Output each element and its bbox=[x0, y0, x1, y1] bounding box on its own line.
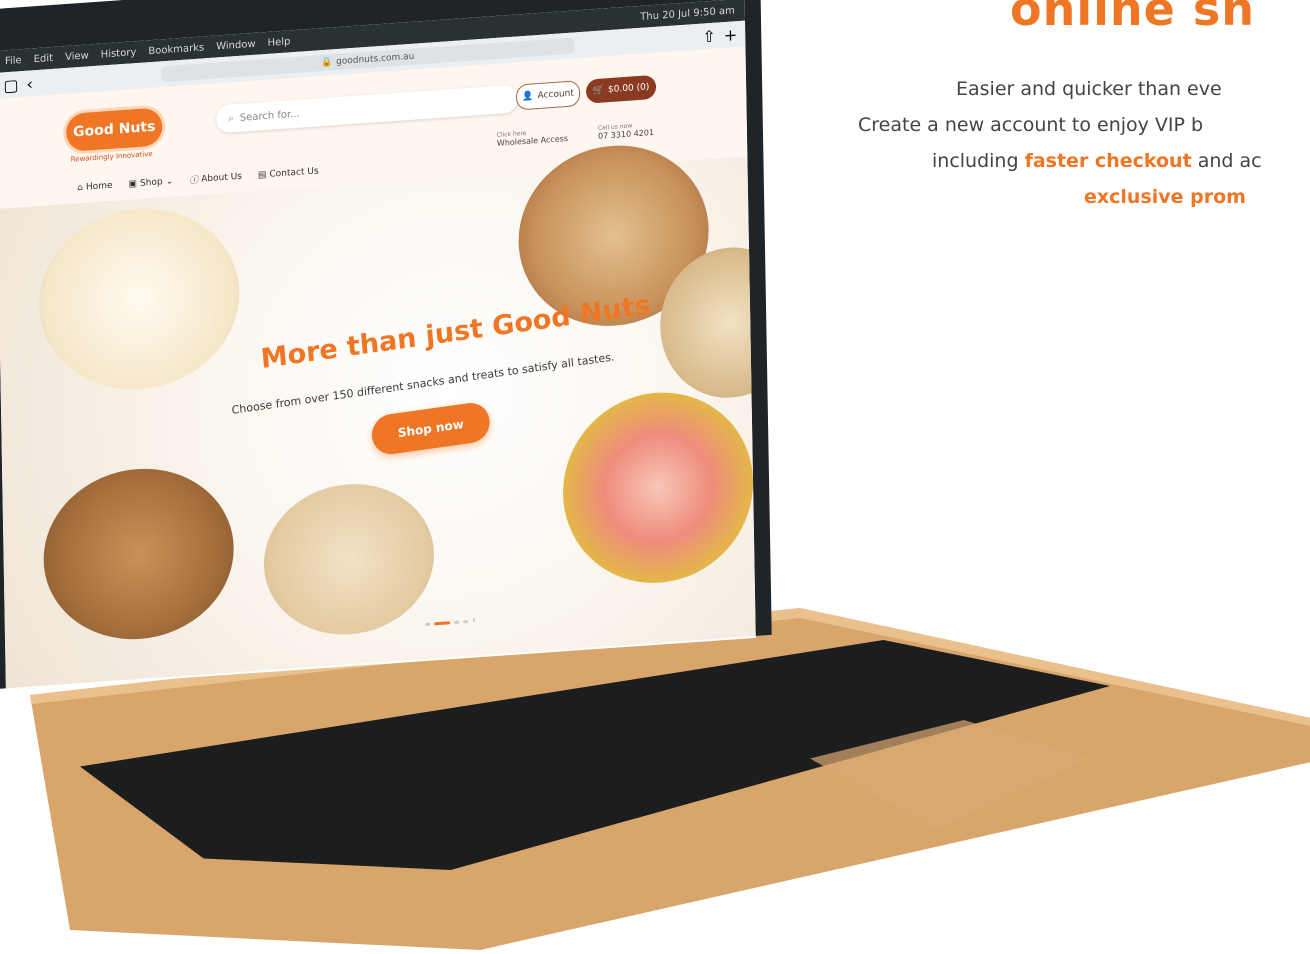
carousel-dot[interactable] bbox=[454, 620, 460, 624]
nav-about[interactable]: ⓘ About Us bbox=[189, 170, 243, 187]
site-tagline: Rewardingly Innovative bbox=[70, 149, 153, 164]
carousel-dots: › bbox=[425, 615, 476, 629]
cookie-bowl bbox=[42, 462, 236, 646]
cart-icon: 🛒 bbox=[592, 85, 605, 97]
gummy-bowl bbox=[561, 386, 755, 590]
cart-button[interactable]: 🛒 $0.00 (0) bbox=[585, 74, 657, 104]
wholesale-link[interactable]: Click here Wholesale Access bbox=[497, 127, 568, 148]
carousel-dot-active[interactable] bbox=[434, 620, 451, 625]
account-button[interactable]: 👤 Account bbox=[515, 80, 581, 111]
site-logo[interactable]: Good Nuts bbox=[65, 107, 163, 152]
share-icon[interactable]: ⇧ bbox=[702, 26, 716, 46]
sidebar-toggle-icon[interactable]: ▢ bbox=[3, 75, 18, 95]
nav-home-label: Home bbox=[85, 180, 113, 193]
header-contacts: Click here Wholesale Access Call us now … bbox=[497, 121, 654, 148]
back-icon[interactable]: ‹ bbox=[26, 74, 33, 93]
browser-screen: File Edit View History Bookmarks Window … bbox=[0, 0, 756, 691]
search-placeholder: Search for... bbox=[239, 108, 300, 124]
account-label: Account bbox=[537, 88, 574, 102]
search-icon: ⌕ bbox=[228, 112, 234, 125]
nav-contact-label: Contact Us bbox=[269, 165, 319, 180]
menu-bookmarks[interactable]: Bookmarks bbox=[148, 42, 204, 57]
user-icon: 👤 bbox=[522, 91, 534, 103]
pretzel-bowl bbox=[262, 478, 436, 641]
nav-home[interactable]: ⌂ Home bbox=[77, 179, 113, 194]
address-text: goodnuts.com.au bbox=[336, 51, 415, 68]
hero-banner: More than just Good Nuts Choose from ove… bbox=[0, 139, 756, 689]
call-link[interactable]: Call us now 07 3310 4201 bbox=[598, 121, 654, 140]
contact-icon: ▤ bbox=[257, 169, 267, 181]
laptop-mockup: File Edit View History Bookmarks Window … bbox=[0, 0, 1310, 950]
menu-help[interactable]: Help bbox=[268, 36, 291, 49]
menu-file[interactable]: File bbox=[5, 55, 22, 67]
info-icon: ⓘ bbox=[189, 175, 199, 187]
chevron-down-icon: ⌄ bbox=[165, 176, 174, 187]
nav-shop[interactable]: ▣ Shop ⌄ bbox=[128, 175, 173, 191]
popcorn-bowl bbox=[37, 202, 241, 396]
carousel-dot[interactable] bbox=[425, 622, 431, 626]
lock-icon: 🔒 bbox=[320, 57, 333, 69]
menu-window[interactable]: Window bbox=[216, 38, 256, 52]
menu-edit[interactable]: Edit bbox=[34, 52, 54, 64]
menu-history[interactable]: History bbox=[101, 47, 137, 60]
nav-shop-label: Shop bbox=[139, 176, 163, 189]
nav-about-label: About Us bbox=[201, 171, 243, 185]
shop-now-button[interactable]: Shop now bbox=[370, 400, 492, 457]
menubar-clock: Thu 20 Jul 9:50 am bbox=[640, 4, 735, 23]
search-input[interactable]: ⌕ Search for... bbox=[215, 84, 519, 134]
carousel-dot[interactable] bbox=[463, 619, 469, 623]
cart-total: $0.00 (0) bbox=[607, 82, 650, 96]
shop-icon: ▣ bbox=[128, 178, 138, 190]
carousel-next-icon[interactable]: › bbox=[472, 615, 476, 625]
menu-view[interactable]: View bbox=[65, 50, 89, 63]
nav-contact[interactable]: ▤ Contact Us bbox=[258, 164, 319, 181]
home-icon: ⌂ bbox=[77, 182, 84, 193]
screen-assembly: File Edit View History Bookmarks Window … bbox=[0, 0, 792, 691]
new-tab-icon[interactable]: + bbox=[724, 25, 738, 45]
